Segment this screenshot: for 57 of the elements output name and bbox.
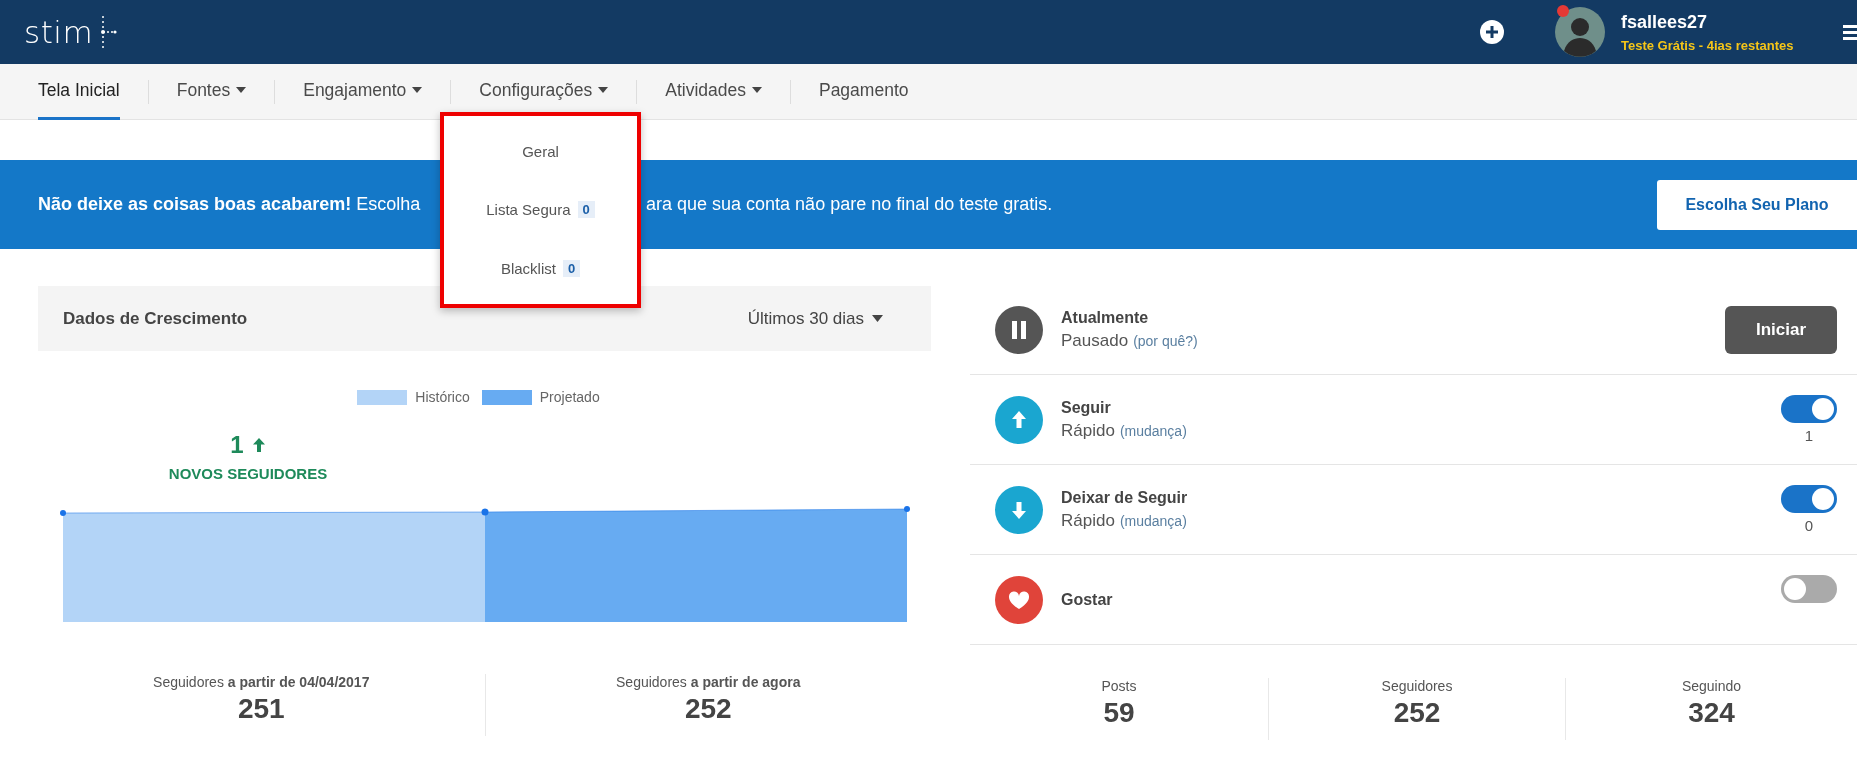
trial-status: Teste Grátis - 4ias restantes: [1621, 37, 1795, 53]
activity-title: Deixar de Seguir: [1061, 488, 1189, 507]
banner-text: Não deixe as coisas boas acabarem! Escolha: [38, 194, 422, 215]
nav-tab[interactable]: Tela Inicial: [38, 63, 120, 120]
stat-value: 252: [683, 693, 733, 725]
activity-status: Pausado: [1061, 331, 1129, 350]
count-badge: 0: [562, 260, 581, 278]
stat-label: Seguindo: [1680, 678, 1743, 694]
legend-label: Histórico: [415, 389, 470, 405]
nav-tab[interactable]: Pagamento: [818, 63, 909, 120]
activity-status: Rápido: [1061, 510, 1115, 530]
avatar-icon: [1555, 7, 1605, 57]
stat-label: Seguidores a partir de agora: [615, 674, 802, 690]
stat-value: 252: [1392, 697, 1442, 729]
stat-label: Posts: [1100, 678, 1138, 694]
stat-label: Seguidores: [1380, 678, 1454, 694]
activity-title: Seguir: [1061, 398, 1112, 417]
activity-link[interactable]: (mudança): [1119, 512, 1187, 529]
period-dropdown[interactable]: Últimos 30 dias: [747, 308, 883, 329]
toggle-switch[interactable]: [1781, 485, 1837, 513]
pause-icon: [995, 306, 1043, 354]
legend-label: Projetado: [539, 389, 600, 405]
activity-link[interactable]: (mudança): [1119, 422, 1187, 439]
add-icon[interactable]: [1479, 19, 1505, 45]
toggle-switch[interactable]: [1781, 395, 1837, 423]
activity-title: Gostar: [1061, 590, 1114, 609]
arrow-up-icon: [251, 437, 266, 453]
toggle-count: 0: [1803, 517, 1815, 534]
menu-item[interactable]: Lista Segura 0: [444, 201, 637, 219]
banner-text: ara que sua conta não pare no final do teste gratis.: [646, 194, 1053, 215]
activity-status: Rápido: [1061, 420, 1115, 440]
activity-title: Atualmente: [1061, 309, 1150, 327]
choose-plan-button[interactable]: Escolha Seu Plano: [1657, 179, 1857, 230]
menu-icon[interactable]: [1843, 22, 1857, 42]
user-name[interactable]: fsallees27: [1621, 11, 1843, 33]
new-count: 1: [230, 431, 244, 459]
arrow-up-icon: [995, 395, 1043, 444]
nav-tab[interactable]: Configurações: [479, 63, 609, 120]
menu-item[interactable]: Geral: [444, 142, 637, 160]
stat-label: Seguidores a partir de 04/04/2017: [152, 674, 371, 690]
toggle-count: 1: [1803, 427, 1815, 444]
caret-icon: [872, 315, 883, 322]
card-title: Dados de Crescimento: [63, 308, 248, 329]
start-button[interactable]: Iniciar: [1725, 306, 1837, 354]
count-badge: 0: [577, 201, 595, 219]
stat-value: 324: [1687, 697, 1736, 729]
stat-value: 251: [236, 693, 286, 725]
nav-tab[interactable]: Fontes: [176, 63, 247, 120]
logo-text[interactable]: stim: [24, 14, 94, 50]
nav-tab[interactable]: Engajamento: [303, 63, 423, 120]
toggle-switch[interactable]: [1781, 575, 1837, 603]
menu-item[interactable]: Blacklist 0: [444, 260, 637, 278]
activity-link[interactable]: (por quê?): [1133, 333, 1198, 349]
arrow-down-icon: [995, 485, 1043, 534]
new-followers-label: NOVOS SEGUIDORES: [167, 465, 329, 482]
stat-value: 59: [1102, 697, 1136, 729]
nav-tab[interactable]: Atividades: [665, 63, 762, 120]
